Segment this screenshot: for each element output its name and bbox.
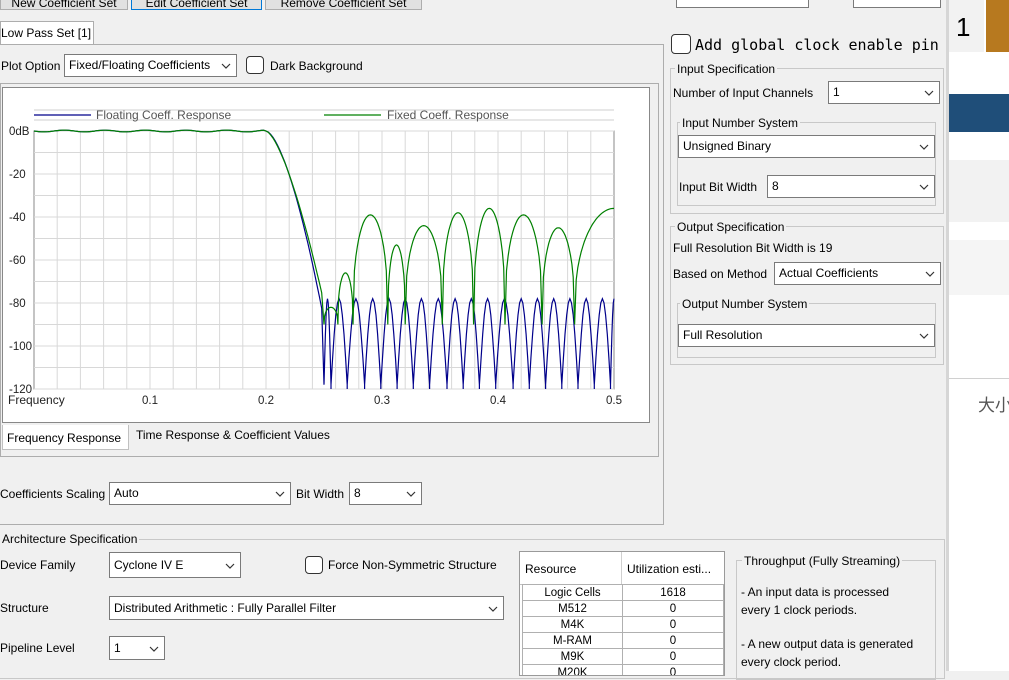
throughput-line2: every 1 clock periods. — [741, 603, 858, 617]
input-spec-title: Input Specification — [675, 62, 778, 76]
y-tick-label: -20 — [9, 169, 26, 181]
resource-table-header: Resource Utilization esti... — [520, 552, 724, 585]
pipeline-level-select[interactable]: 1 — [109, 636, 165, 660]
background-window: 1 大小 — [949, 0, 1009, 671]
input-num-sys-select[interactable]: Unsigned Binary — [678, 135, 935, 158]
bg-gray-row-2 — [949, 240, 1009, 295]
chevron-down-icon — [149, 646, 159, 652]
bg-gray-row — [949, 160, 1009, 222]
pipeline-level-label: Pipeline Level — [0, 641, 75, 655]
chevron-down-icon — [225, 563, 235, 569]
device-family-label: Device Family — [0, 558, 76, 572]
coeff-scaling-select[interactable]: Auto — [109, 482, 291, 505]
output-num-sys-select[interactable]: Full Resolution — [678, 324, 935, 347]
based-on-label: Based on Method — [673, 267, 768, 281]
global-clock-checkbox[interactable] — [671, 34, 691, 54]
throughput-line1: - An input data is processed — [741, 585, 890, 599]
table-row: M512 0 — [522, 600, 724, 617]
y-tick-label: -80 — [9, 298, 26, 310]
x-tick-label: 0.4 — [490, 395, 507, 407]
y-tick-label: -40 — [9, 212, 26, 224]
x-tick-label: 0.2 — [258, 395, 274, 407]
bg-header-bar — [949, 94, 1009, 132]
bg-chinese-text: 大小 — [978, 396, 1009, 415]
global-clock-label: Add global clock enable pin — [695, 36, 939, 54]
chevron-down-icon — [406, 491, 416, 497]
throughput-title: Throughput (Fully Streaming) — [742, 554, 903, 568]
y-tick-label: -100 — [9, 341, 32, 353]
bit-width-select[interactable]: 8 — [349, 482, 422, 505]
coeff-set-tab-label: Low Pass Set [1] — [1, 26, 92, 40]
architecture-title: Architecture Specification — [0, 532, 140, 546]
table-row: M-RAM 0 — [522, 632, 724, 649]
chevron-down-icon — [275, 491, 285, 497]
input-num-sys-title: Input Number System — [680, 116, 801, 130]
resource-table-container[interactable]: Resource Utilization esti... Logic Cells… — [519, 551, 725, 676]
chevron-down-icon — [919, 184, 929, 190]
dark-background-label: Dark Background — [270, 59, 363, 73]
x-tick-label: 0.5 — [606, 395, 622, 407]
remove-coeff-set-button[interactable]: Remove Coefficient Set — [265, 0, 422, 10]
utilization-header: Utilization esti... — [627, 562, 712, 576]
table-row: M20K 0 — [522, 664, 724, 675]
bg-number: 1 — [956, 12, 971, 42]
full-res-text: Full Resolution Bit Width is 19 — [673, 241, 833, 255]
new-coeff-set-button[interactable]: New Coefficient Set — [0, 0, 128, 10]
chevron-down-icon — [919, 333, 929, 339]
dark-background-checkbox[interactable] — [246, 56, 264, 74]
bg-divider-line — [949, 378, 1009, 379]
chevron-down-icon — [488, 606, 498, 612]
resource-table: Logic Cells 1618 M512 0 M4K 0 M-RAM 0 M9K 0 M… — [522, 584, 724, 675]
right-top-field[interactable] — [853, 0, 941, 8]
frequency-response-chart: Floating Coeff. Response Fixed Coeff. Res… — [8, 108, 622, 407]
legend-label-fixed: Fixed Coeff. Response — [387, 108, 509, 122]
x-axis-label: Frequency — [8, 393, 65, 407]
table-row: Logic Cells 1618 — [522, 584, 724, 601]
bit-width-label: Bit Width — [296, 487, 345, 501]
y-tick-label: -60 — [9, 255, 26, 267]
table-row: M4K 0 — [522, 616, 724, 633]
input-bitwidth-select[interactable]: 8 — [767, 175, 935, 198]
plot-option-select[interactable]: Fixed/Floating Coefficients — [64, 54, 237, 77]
chevron-down-icon — [924, 90, 934, 96]
x-tick-label: 0.3 — [374, 395, 390, 407]
right-top-combo[interactable] — [676, 0, 809, 8]
throughput-line4: every clock period. — [741, 655, 842, 669]
bg-orange-tile — [986, 0, 1009, 52]
structure-select[interactable]: Distributed Arithmetic : Fully Parallel … — [109, 596, 504, 620]
input-bitwidth-label: Input Bit Width — [679, 180, 758, 194]
plot-option-label: Plot Option — [1, 59, 61, 73]
resource-header: Resource — [525, 562, 577, 576]
output-num-sys-title: Output Number System — [680, 297, 810, 311]
coeff-set-tab[interactable]: Low Pass Set [1] — [0, 21, 94, 45]
x-tick-label: 0.1 — [142, 395, 158, 407]
based-on-select[interactable]: Actual Coefficients — [774, 262, 941, 285]
num-channels-label: Number of Input Channels — [673, 86, 814, 100]
force-nonsym-checkbox[interactable] — [305, 556, 323, 574]
device-family-select[interactable]: Cyclone IV E — [109, 552, 241, 578]
table-row: M9K 0 — [522, 648, 724, 665]
y-tick-label: 0dB — [9, 126, 30, 138]
throughput-line3: - A new output data is generated — [741, 637, 914, 651]
tab-time-response[interactable]: Time Response & Coefficient Values — [131, 425, 343, 447]
num-channels-select[interactable]: 1 — [828, 81, 940, 104]
bg-number-tile: 1 — [949, 0, 984, 52]
force-nonsym-label: Force Non-Symmetric Structure — [328, 558, 497, 572]
edit-coeff-set-button[interactable]: Edit Coefficient Set — [131, 0, 262, 10]
plot-area: Floating Coeff. Response Fixed Coeff. Res… — [2, 87, 650, 423]
chevron-down-icon — [221, 63, 231, 69]
output-spec-title: Output Specification — [675, 220, 787, 234]
chevron-down-icon — [919, 144, 929, 150]
coeff-scaling-label: Coefficients Scaling — [0, 487, 106, 501]
chevron-down-icon — [925, 271, 935, 277]
structure-label: Structure — [0, 601, 49, 615]
tab-frequency-response[interactable]: Frequency Response — [2, 425, 129, 450]
legend-label-floating: Floating Coeff. Response — [96, 108, 232, 122]
